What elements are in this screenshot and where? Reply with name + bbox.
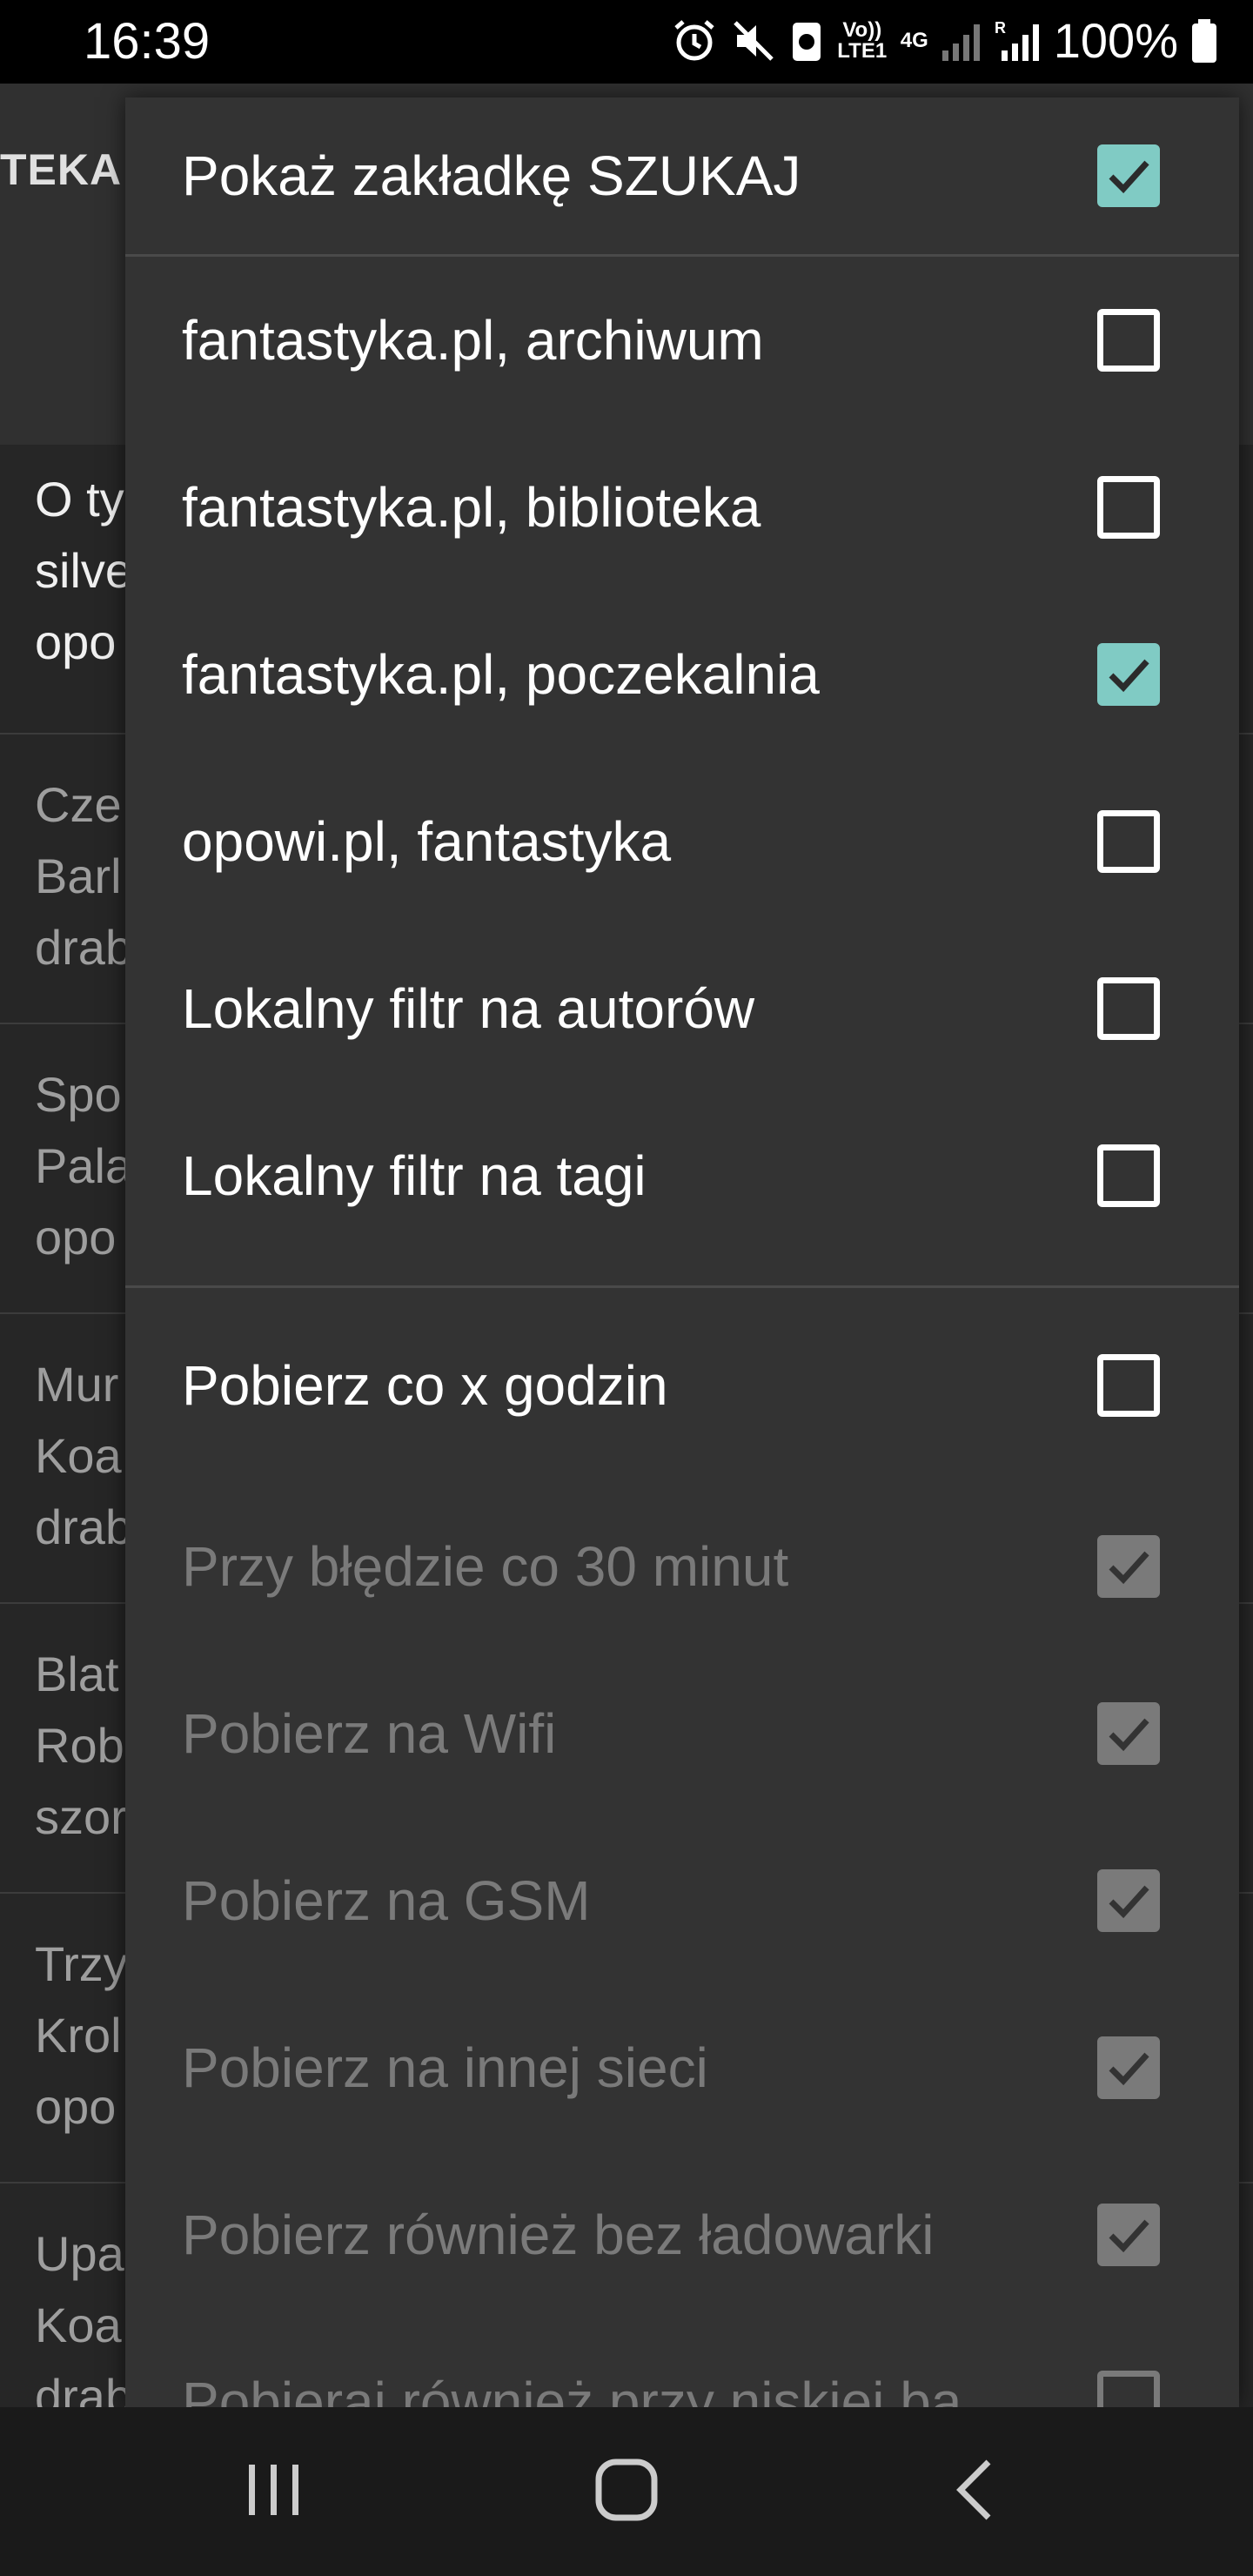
recents-button[interactable] xyxy=(170,2407,379,2576)
volte-icon: Vo)) LTE1 xyxy=(837,17,888,63)
menu-item-download-low-battery: Pobierai również przy niskiei ba... xyxy=(125,2318,1239,2408)
menu-item-label: fantastyka.pl, archiwum xyxy=(182,309,764,372)
network-4g-icon: 4G xyxy=(900,28,928,52)
menu-item-label: fantastyka.pl, poczekalnia xyxy=(182,643,820,706)
menu-item-label: Pobierz na GSM xyxy=(182,1869,591,1932)
menu-item-download-wifi: Pobierz na Wifi xyxy=(125,1650,1239,1817)
back-icon xyxy=(948,2457,1001,2527)
checkbox xyxy=(1097,1702,1160,1765)
menu-item-label: Pobierz co x godzin xyxy=(182,1354,668,1417)
checkbox[interactable] xyxy=(1097,144,1160,207)
checkbox[interactable] xyxy=(1097,1144,1160,1207)
menu-item-label: Pobierz również bez ładowarki xyxy=(182,2204,935,2266)
menu-item-tag-filter[interactable]: Lokalny filtr na tagi xyxy=(125,1092,1239,1259)
svg-text:R: R xyxy=(995,19,1006,37)
tab-label[interactable]: TEKA xyxy=(0,144,122,195)
battery-icon xyxy=(1190,15,1218,67)
back-button[interactable] xyxy=(870,2407,1079,2576)
menu-item-label: Lokalny filtr na tagi xyxy=(182,1144,647,1207)
status-bar: 16:39 Vo)) LTE1 4G R 100% xyxy=(0,0,1253,84)
checkbox[interactable] xyxy=(1097,810,1160,873)
menu-item-fantastyka-biblioteka[interactable]: fantastyka.pl, biblioteka xyxy=(125,424,1239,591)
checkbox[interactable] xyxy=(1097,1354,1160,1417)
menu-item-label: Lokalny filtr na autorów xyxy=(182,977,755,1040)
menu-item-label: Pobierz na Wifi xyxy=(182,1702,557,1765)
menu-item-download-other-network: Pobierz na innej sieci xyxy=(125,1984,1239,2151)
signal-icon xyxy=(941,15,982,67)
status-time: 16:39 xyxy=(84,13,211,70)
menu-item-label: opowi.pl, fantastyka xyxy=(182,810,672,873)
menu-item-author-filter[interactable]: Lokalny filtr na autorów xyxy=(125,925,1239,1092)
menu-item-fantastyka-poczekalnia[interactable]: fantastyka.pl, poczekalnia xyxy=(125,591,1239,758)
menu-item-download-without-charger: Pobierz również bez ładowarki xyxy=(125,2151,1239,2318)
checkbox xyxy=(1097,1535,1160,1598)
menu-item-label: Pobierai również przy niskiei ba... xyxy=(182,2371,1008,2408)
status-icons: Vo)) LTE1 4G R 100% xyxy=(671,12,1218,69)
mute-icon xyxy=(730,15,777,67)
checkbox xyxy=(1097,2204,1160,2266)
battery-percent: 100% xyxy=(1053,13,1178,68)
checkbox[interactable] xyxy=(1097,977,1160,1040)
menu-item-opowi-fantastyka[interactable]: opowi.pl, fantastyka xyxy=(125,758,1239,925)
checkbox xyxy=(1097,2036,1160,2099)
menu-item-fantastyka-archiwum[interactable]: fantastyka.pl, archiwum xyxy=(125,257,1239,424)
checkbox xyxy=(1097,2371,1160,2408)
menu-item-download-interval[interactable]: Pobierz co x godzin xyxy=(125,1288,1239,1483)
navigation-bar xyxy=(0,2407,1253,2576)
menu-item-label: Pobierz na innej sieci xyxy=(182,2036,708,2099)
home-icon xyxy=(593,2457,660,2527)
menu-item-download-gsm: Pobierz na GSM xyxy=(125,1817,1239,1984)
alarm-icon xyxy=(671,15,718,67)
recents-icon xyxy=(244,2459,305,2525)
checkbox[interactable] xyxy=(1097,476,1160,539)
checkbox xyxy=(1097,1869,1160,1932)
settings-popup-menu: Pokaż zakładkę SZUKAJ fantastyka.pl, arc… xyxy=(125,97,1239,2408)
checkbox[interactable] xyxy=(1097,643,1160,706)
menu-item-label: Przy błędzie co 30 minut xyxy=(182,1535,789,1598)
menu-item-label: Pokaż zakładkę SZUKAJ xyxy=(182,144,801,207)
menu-item-label: fantastyka.pl, biblioteka xyxy=(182,476,761,539)
signal-roaming-icon: R xyxy=(995,15,1042,67)
menu-item-retry-on-error: Przy błędzie co 30 minut xyxy=(125,1483,1239,1650)
home-button[interactable] xyxy=(522,2407,731,2576)
checkbox[interactable] xyxy=(1097,309,1160,372)
menu-item-show-search-tab[interactable]: Pokaż zakładkę SZUKAJ xyxy=(125,97,1239,254)
battery-saver-icon xyxy=(789,15,824,67)
